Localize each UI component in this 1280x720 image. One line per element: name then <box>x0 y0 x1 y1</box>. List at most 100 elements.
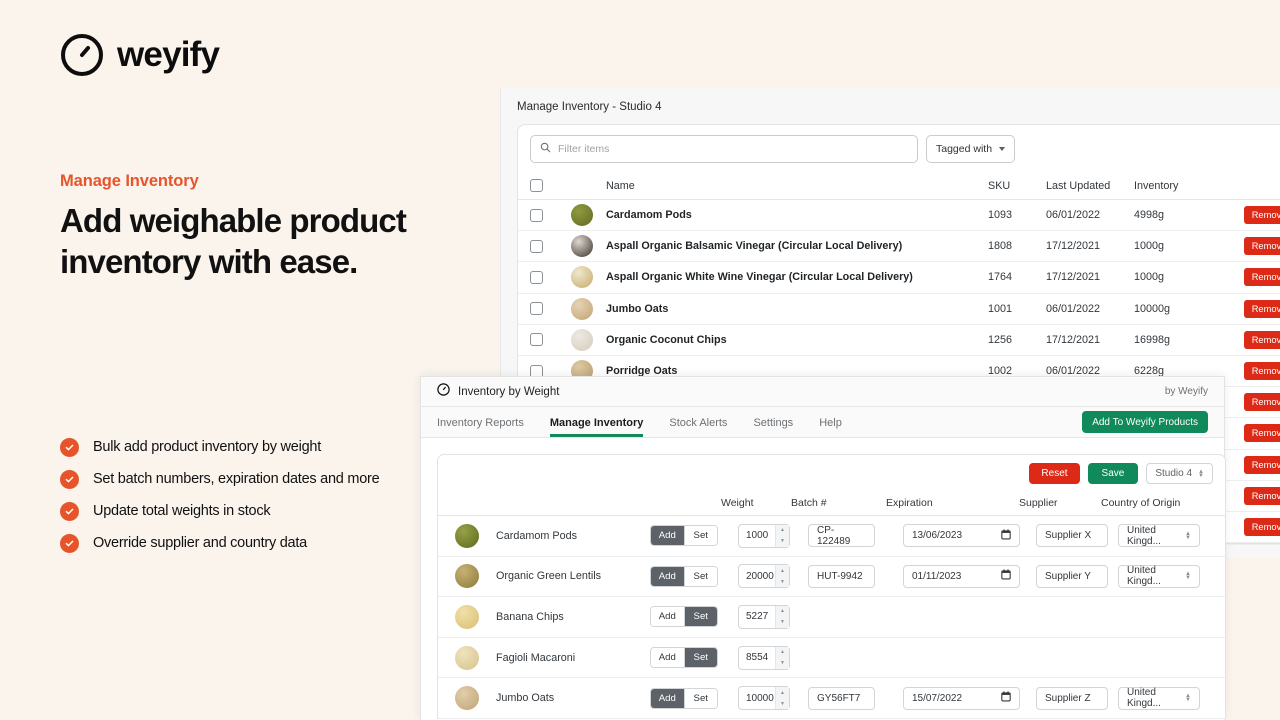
spinner-buttons[interactable]: ▲ ▼ <box>775 605 789 628</box>
row-checkbox[interactable] <box>530 208 543 222</box>
mode-set-button[interactable]: Set <box>683 648 717 668</box>
tagged-with-dropdown[interactable]: Tagged with <box>926 135 1016 163</box>
mode-toggle[interactable]: Add Set <box>650 687 718 709</box>
mode-toggle[interactable]: Add Set <box>650 647 718 669</box>
mode-add-button[interactable]: Add <box>651 648 684 668</box>
check-circle-icon <box>60 501 79 521</box>
country-select[interactable]: United Kingd... ▲ ▼ <box>1118 686 1200 710</box>
remove-button[interactable]: Remove <box>1244 486 1280 505</box>
expiration-input[interactable]: 01/11/2023 <box>903 564 1020 588</box>
calendar-icon[interactable] <box>1001 691 1011 705</box>
mode-toggle[interactable]: Add Set <box>650 525 718 547</box>
product-name: Jumbo Oats <box>606 302 669 315</box>
remove-button[interactable]: Remove <box>1244 268 1280 287</box>
batch-cell: CP-122489 <box>808 524 903 548</box>
expiration-input[interactable]: 15/07/2022 <box>903 686 1020 710</box>
add-to-weyify-products-button[interactable]: Add To Weyify Products <box>1082 411 1208 433</box>
spinner-down-icon[interactable]: ▼ <box>776 616 789 628</box>
batch-input[interactable]: CP-122489 <box>808 524 875 548</box>
reset-button[interactable]: Reset <box>1029 463 1080 484</box>
country-select[interactable]: United Kingd... ▲ ▼ <box>1118 564 1200 588</box>
row-checkbox[interactable] <box>530 333 543 347</box>
mode-add-button[interactable]: Add <box>651 688 684 708</box>
country-cell: United Kingd... ▲ ▼ <box>1118 524 1218 548</box>
tab-inventory-reports[interactable]: Inventory Reports <box>437 417 524 437</box>
supplier-cell: Supplier X <box>1036 524 1118 548</box>
weight-stepper[interactable]: 20000 ▲ ▼ <box>738 564 790 589</box>
country-value: United Kingd... <box>1127 687 1161 710</box>
search-input[interactable]: Filter items <box>530 135 918 163</box>
weight-stepper[interactable]: 10000 ▲ ▼ <box>738 686 790 711</box>
weight-stepper[interactable]: 5227 ▲ ▼ <box>738 604 790 629</box>
spinner-up-icon[interactable]: ▲ <box>776 565 789 577</box>
calendar-icon[interactable] <box>1001 569 1011 583</box>
row-checkbox[interactable] <box>530 270 543 284</box>
mode-toggle[interactable]: Add Set <box>650 565 718 587</box>
save-button[interactable]: Save <box>1087 463 1139 484</box>
select-all-checkbox[interactable] <box>530 179 543 192</box>
batch-input[interactable]: HUT-9942 <box>808 564 875 588</box>
supplier-input[interactable]: Supplier X <box>1036 524 1108 548</box>
mode-set-button[interactable]: Set <box>683 566 717 586</box>
remove-button[interactable]: Remove <box>1244 393 1280 412</box>
feature-list: Bulk add product inventory by weight Set… <box>60 436 380 554</box>
studio-select[interactable]: Studio 4 ▲ ▼ <box>1146 463 1213 484</box>
spinner-buttons[interactable]: ▲ ▼ <box>775 565 789 588</box>
remove-button[interactable]: Remove <box>1244 330 1280 349</box>
expiration-input[interactable]: 13/06/2023 <box>903 524 1020 548</box>
mode-toggle[interactable]: Add Set <box>650 606 718 628</box>
product-inventory: 1000g <box>1134 271 1165 284</box>
spinner-up-icon[interactable]: ▲ <box>776 646 789 658</box>
tab-stock-alerts[interactable]: Stock Alerts <box>669 417 727 437</box>
country-select[interactable]: United Kingd... ▲ ▼ <box>1118 524 1200 548</box>
table-row: Organic Coconut Chips 1256 17/12/2021 16998… <box>518 325 1280 356</box>
mode-add-button[interactable]: Add <box>651 607 684 627</box>
table-row: Cardamom Pods 1093 06/01/2022 4998g Remove <box>518 200 1280 232</box>
tab-manage-inventory[interactable]: Manage Inventory <box>550 417 644 437</box>
weight-stepper[interactable]: 1000 ▲ ▼ <box>738 523 790 548</box>
spinner-buttons[interactable]: ▲ ▼ <box>775 646 789 669</box>
table-row: Organic Green Lentils Add Set 20000 ▲ ▼ HUT-99… <box>438 557 1225 598</box>
product-sku: 1256 <box>988 333 1013 346</box>
mode-add-button[interactable]: Add <box>651 526 684 546</box>
spinner-buttons[interactable]: ▲ ▼ <box>775 687 789 710</box>
feature-label: Override supplier and country data <box>93 535 307 551</box>
remove-button[interactable]: Remove <box>1244 206 1280 225</box>
mode-set-button[interactable]: Set <box>683 607 717 627</box>
row-checkbox[interactable] <box>530 302 543 316</box>
remove-button[interactable]: Remove <box>1244 455 1280 474</box>
remove-button[interactable]: Remove <box>1244 424 1280 443</box>
inventory-panel-title: Manage Inventory - Studio 4 <box>517 101 662 113</box>
mode-set-button[interactable]: Set <box>683 688 717 708</box>
spinner-down-icon[interactable]: ▼ <box>776 535 789 547</box>
weight-stepper[interactable]: 8554 ▲ ▼ <box>738 645 790 670</box>
mode-add-button[interactable]: Add <box>651 566 684 586</box>
supplier-input[interactable]: Supplier Y <box>1036 564 1108 588</box>
search-placeholder: Filter items <box>558 143 610 155</box>
batch-input[interactable]: GY56FT7 <box>808 686 875 710</box>
spinner-down-icon[interactable]: ▼ <box>776 576 789 588</box>
list-item: Update total weights in stock <box>60 500 379 522</box>
mode-set-button[interactable]: Set <box>683 526 717 546</box>
supplier-cell: Supplier Y <box>1036 564 1118 588</box>
weight-cell: 1000 ▲ ▼ <box>738 523 808 548</box>
spinner-down-icon[interactable]: ▼ <box>776 657 789 669</box>
supplier-input[interactable]: Supplier Z <box>1036 686 1108 710</box>
tab-help[interactable]: Help <box>819 417 842 437</box>
product-thumbnail <box>455 604 479 629</box>
spinner-up-icon[interactable]: ▲ <box>776 687 789 699</box>
row-checkbox[interactable] <box>530 239 543 253</box>
remove-button[interactable]: Remove <box>1244 237 1280 256</box>
spinner-buttons[interactable]: ▲ ▼ <box>775 524 789 547</box>
spinner-up-icon[interactable]: ▲ <box>776 524 789 536</box>
feature-label: Update total weights in stock <box>93 503 271 519</box>
spinner-up-icon[interactable]: ▲ <box>776 605 789 617</box>
remove-button[interactable]: Remove <box>1244 517 1280 536</box>
remove-button[interactable]: Remove <box>1244 299 1280 318</box>
calendar-icon[interactable] <box>1001 529 1011 543</box>
spinner-down-icon[interactable]: ▼ <box>776 698 789 710</box>
tab-settings[interactable]: Settings <box>753 417 793 437</box>
remove-button[interactable]: Remove <box>1244 362 1280 381</box>
product-name: Organic Green Lentils <box>496 570 602 583</box>
product-name: Aspall Organic White Wine Vinegar (Circu… <box>606 271 913 284</box>
